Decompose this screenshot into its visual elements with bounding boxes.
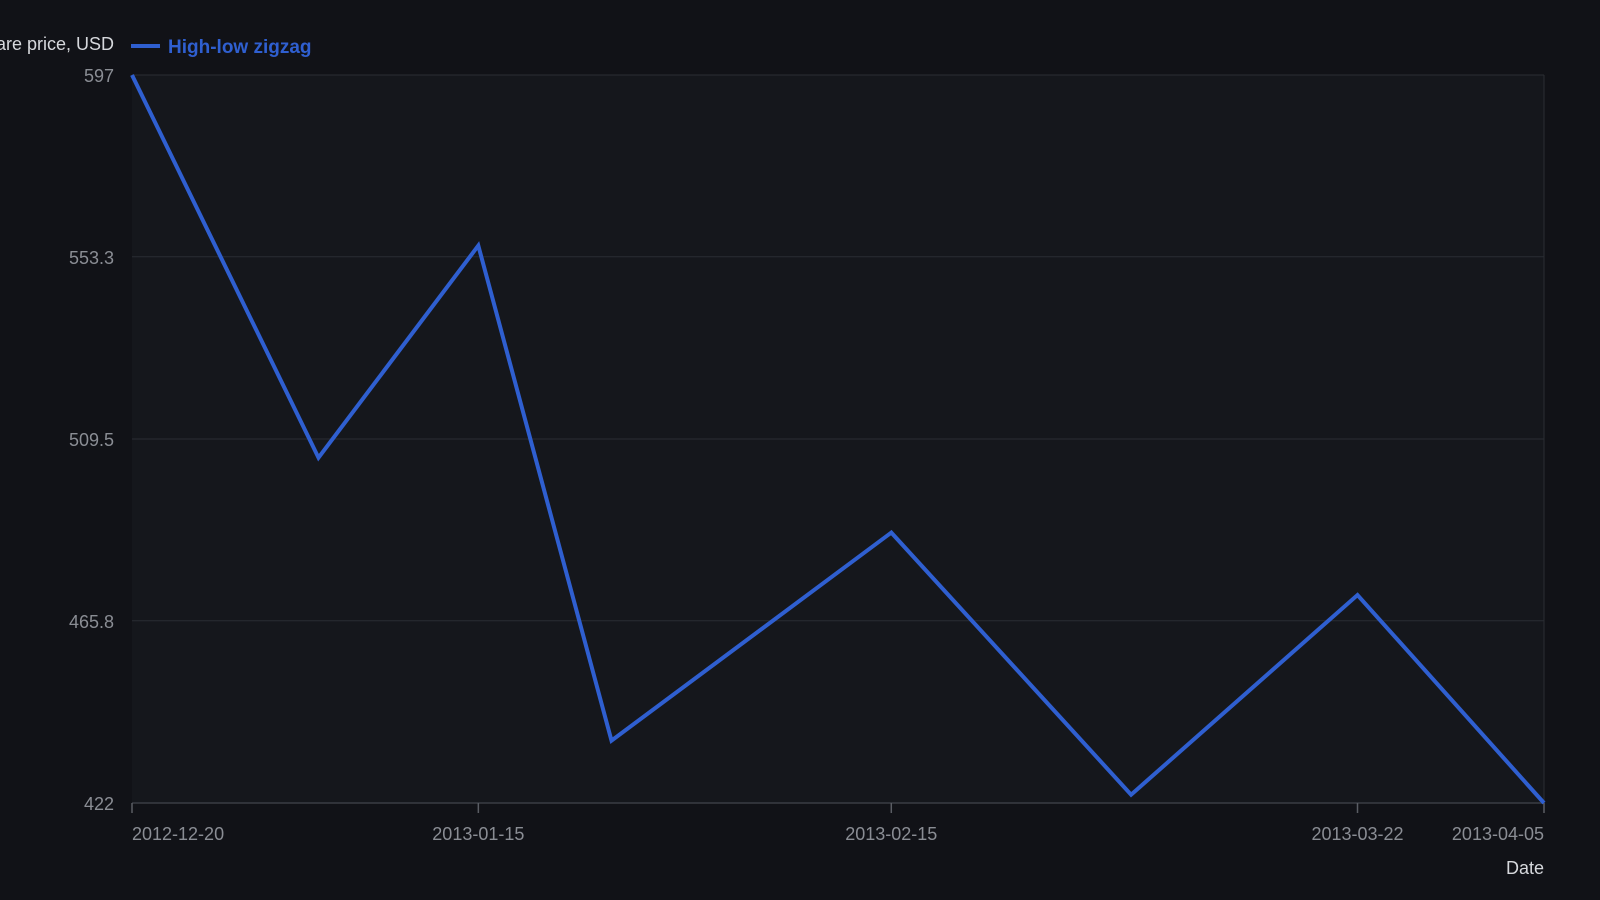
chart-container: 597 553.3 509.5 465.8 422 2012-12-20 2013-01-1… [0, 0, 1600, 900]
y-tick-label: 422 [84, 794, 114, 814]
y-tick-label: 465.8 [69, 612, 114, 632]
x-tick-label: 2012-12-20 [132, 824, 224, 844]
legend-label: High-low zigzag [168, 37, 312, 58]
y-tick-label: 597 [84, 66, 114, 86]
line-chart: 597 553.3 509.5 465.8 422 2012-12-20 2013-01-1… [0, 34, 1546, 878]
legend[interactable]: High-low zigzag [131, 37, 312, 58]
x-tick-label: 2013-03-22 [1311, 824, 1403, 844]
y-tick-label: 553.3 [69, 248, 114, 268]
x-tick-label: 2013-01-15 [432, 824, 524, 844]
x-tick-label: 2013-02-15 [845, 824, 937, 844]
x-axis-title: Date [1506, 858, 1544, 878]
y-tick-label: 509.5 [69, 430, 114, 450]
y-axis-title: Share price, USD [0, 34, 114, 54]
x-tick-label: 2013-04-05 [1452, 824, 1544, 844]
